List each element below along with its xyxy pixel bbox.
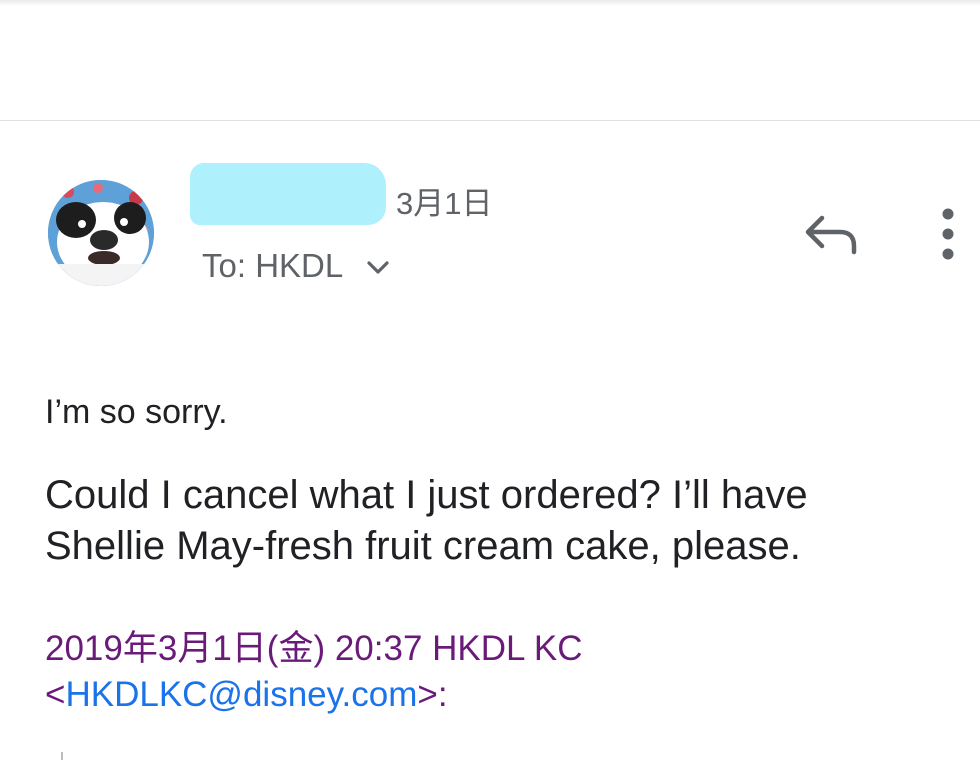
recipient-name: HKDL [255, 247, 344, 284]
top-blank-area [0, 0, 980, 121]
quoted-open-bracket: < [45, 675, 66, 714]
quoted-email-link[interactable]: HKDLKC@disney.com [65, 675, 417, 714]
quoted-email-line: <HKDLKC@disney.com>: [45, 672, 448, 718]
sender-name-redacted [190, 163, 386, 225]
body-paragraph-request: Could I cancel what I just ordered? I’ll… [45, 473, 808, 568]
body-line-apology: I’m so sorry. [45, 393, 228, 431]
sender-avatar[interactable] [48, 180, 154, 286]
quoted-close-suffix: >: [417, 675, 448, 714]
quoted-header: 2019年3月1日(金) 20:37 HKDL KC [45, 629, 583, 668]
divider-mark [61, 752, 63, 760]
recipient-prefix: To: [202, 247, 256, 284]
chevron-down-icon[interactable] [363, 251, 393, 281]
message-date: 3月1日 [396, 186, 493, 221]
reply-arrow-icon[interactable] [802, 210, 860, 260]
recipient-line[interactable]: To: HKDL [202, 246, 393, 286]
avatar-dog-photo [48, 180, 154, 286]
message-body: I’m so sorry. Could I cancel what I just… [45, 390, 945, 572]
more-vertical-icon[interactable] [930, 206, 966, 262]
